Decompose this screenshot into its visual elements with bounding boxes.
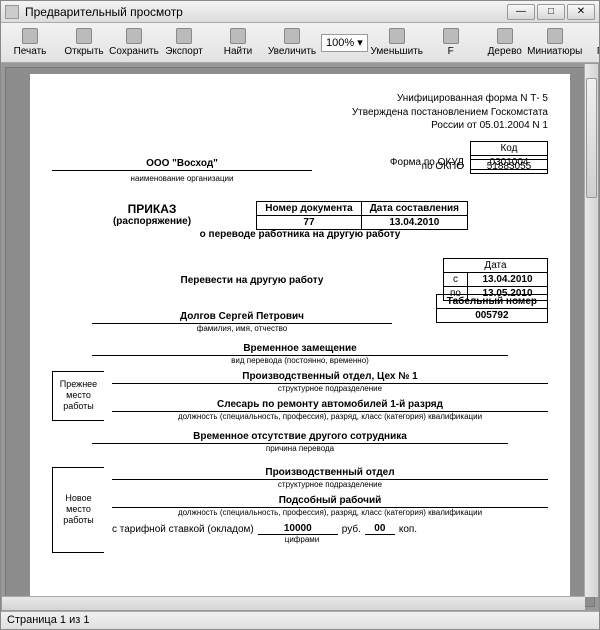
thumbs-icon bbox=[547, 28, 563, 44]
vertical-scrollbar[interactable] bbox=[584, 64, 598, 597]
zoom-value: 100% bbox=[326, 37, 354, 49]
maximize-button[interactable]: □ bbox=[537, 4, 565, 20]
doc-number-header: Номер документа bbox=[257, 201, 361, 215]
code-header: Код bbox=[470, 141, 548, 155]
zoom-in-label: Увеличить bbox=[268, 46, 316, 57]
status-bar: Страница 1 из 1 bbox=[1, 611, 599, 629]
zoom-select[interactable]: 100% ▾ bbox=[321, 34, 368, 52]
page-status: Страница 1 из 1 bbox=[7, 614, 89, 626]
transfer-type: Временное замещение bbox=[92, 343, 508, 356]
rub-label: руб. bbox=[342, 524, 361, 535]
export-label: Экспорт bbox=[165, 46, 203, 57]
from-label: с bbox=[444, 272, 468, 286]
transfer-type-caption: вид перевода (постоянно, временно) bbox=[52, 356, 548, 365]
find-label: Найти bbox=[224, 46, 253, 57]
doc-subtitle1: (распоряжение) bbox=[52, 216, 252, 227]
print-label: Печать bbox=[14, 46, 47, 57]
fields-label: Поля bbox=[597, 46, 599, 57]
doc-date: 13.04.2010 bbox=[361, 215, 467, 229]
save-icon bbox=[126, 28, 142, 44]
new-job: Подсобный рабочий bbox=[112, 495, 548, 508]
doc-subtitle2: о переводе работника на другую работу bbox=[52, 229, 548, 240]
window-title: Предварительный просмотр bbox=[25, 5, 507, 19]
prev-dept: Производственный отдел, Цех № 1 bbox=[112, 371, 548, 384]
open-button[interactable]: Открыть bbox=[59, 25, 109, 61]
org-caption: наименование организации bbox=[52, 174, 312, 183]
new-job-caption: должность (специальность, профессия), ра… bbox=[112, 508, 548, 517]
doc-title-block: ПРИКАЗ (распоряжение) bbox=[52, 202, 252, 227]
close-button[interactable]: ✕ bbox=[567, 4, 595, 20]
export-button[interactable]: Экспорт bbox=[159, 25, 209, 61]
thumbs-button[interactable]: Миниатюры bbox=[530, 25, 580, 61]
zoom-in-button[interactable]: Увеличить bbox=[267, 25, 317, 61]
prev-dept-caption: структурное подразделение bbox=[112, 384, 548, 393]
form-line1: Унифицированная форма N Т- 5 bbox=[52, 92, 548, 106]
transfer-label: Перевести на другую работу bbox=[122, 275, 382, 286]
f-button[interactable]: F bbox=[426, 25, 476, 61]
zoom-out-button[interactable]: Уменьшить bbox=[372, 25, 422, 61]
tree-label: Дерево bbox=[488, 46, 522, 57]
new-dept: Производственный отдел bbox=[112, 467, 548, 480]
title-bar: Предварительный просмотр — □ ✕ bbox=[1, 1, 599, 23]
fields-button[interactable]: Поля bbox=[584, 25, 599, 61]
toolbar: Печать Открыть Сохранить Экспорт Найти У… bbox=[1, 23, 599, 63]
doc-date-header: Дата составления bbox=[361, 201, 467, 215]
minimize-button[interactable]: — bbox=[507, 4, 535, 20]
horizontal-scrollbar[interactable] bbox=[2, 596, 585, 610]
zoom-out-label: Уменьшить bbox=[370, 46, 422, 57]
doc-title: ПРИКАЗ bbox=[52, 202, 252, 216]
rate-label: с тарифной ставкой (окладом) bbox=[112, 524, 254, 535]
f-label: F bbox=[448, 46, 454, 57]
okpo-label: по ОКПО bbox=[422, 161, 464, 172]
reason-caption: причина перевода bbox=[52, 444, 548, 453]
employee-fio: Долгов Сергей Петрович bbox=[92, 311, 392, 324]
scrollbar-thumb[interactable] bbox=[586, 78, 597, 198]
prev-side-label: Прежнее место работы bbox=[52, 371, 104, 421]
from-date: 13.04.2010 bbox=[468, 272, 548, 286]
prev-job-caption: должность (специальность, профессия), ра… bbox=[112, 412, 548, 421]
doc-number: 77 bbox=[257, 215, 361, 229]
export-icon bbox=[176, 28, 192, 44]
form-header: Унифицированная форма N Т- 5 Утверждена … bbox=[52, 92, 548, 133]
save-button[interactable]: Сохранить bbox=[109, 25, 159, 61]
open-label: Открыть bbox=[64, 46, 103, 57]
zoom-in-icon bbox=[284, 28, 300, 44]
print-icon bbox=[22, 28, 38, 44]
prev-job: Слесарь по ремонту автомобилей 1-й разря… bbox=[112, 399, 548, 412]
tab-header: Табельный номер bbox=[436, 294, 547, 308]
document-page: Унифицированная форма N Т- 5 Утверждена … bbox=[30, 74, 570, 606]
transfer-date-header: Дата bbox=[444, 258, 548, 272]
form-line2: Утверждена постановлением Госкомстата bbox=[52, 106, 548, 120]
tree-button[interactable]: Дерево bbox=[480, 25, 530, 61]
rate-amount: 10000 bbox=[258, 523, 338, 535]
transfer-date-table: Дата с13.04.2010 по13.05.2010 bbox=[443, 258, 548, 301]
doc-number-table: Номер документа Дата составления 77 13.0… bbox=[256, 201, 468, 230]
fio-caption: фамилия, имя, отчество bbox=[92, 324, 392, 333]
org-name: ООО "Восход" bbox=[52, 158, 312, 171]
f-icon bbox=[443, 28, 459, 44]
save-label: Сохранить bbox=[109, 46, 159, 57]
tree-icon bbox=[497, 28, 513, 44]
reason: Временное отсутствие другого сотрудника bbox=[92, 431, 508, 444]
zoom-out-icon bbox=[389, 28, 405, 44]
open-icon bbox=[76, 28, 92, 44]
find-icon bbox=[230, 28, 246, 44]
new-side-label: Новое место работы bbox=[52, 467, 104, 553]
thumbs-label: Миниатюры bbox=[527, 46, 582, 57]
preview-viewport: Унифицированная форма N Т- 5 Утверждена … bbox=[1, 63, 599, 611]
okpo-value: 51883055 bbox=[470, 159, 548, 174]
kop-label: коп. bbox=[399, 524, 417, 535]
rate-caption: цифрами bbox=[262, 535, 342, 544]
new-dept-caption: структурное подразделение bbox=[112, 480, 548, 489]
find-button[interactable]: Найти bbox=[213, 25, 263, 61]
form-line3: России от 05.01.2004 N 1 bbox=[52, 119, 548, 133]
print-button[interactable]: Печать bbox=[5, 25, 55, 61]
kop-value: 00 bbox=[365, 523, 395, 535]
app-icon bbox=[5, 5, 19, 19]
